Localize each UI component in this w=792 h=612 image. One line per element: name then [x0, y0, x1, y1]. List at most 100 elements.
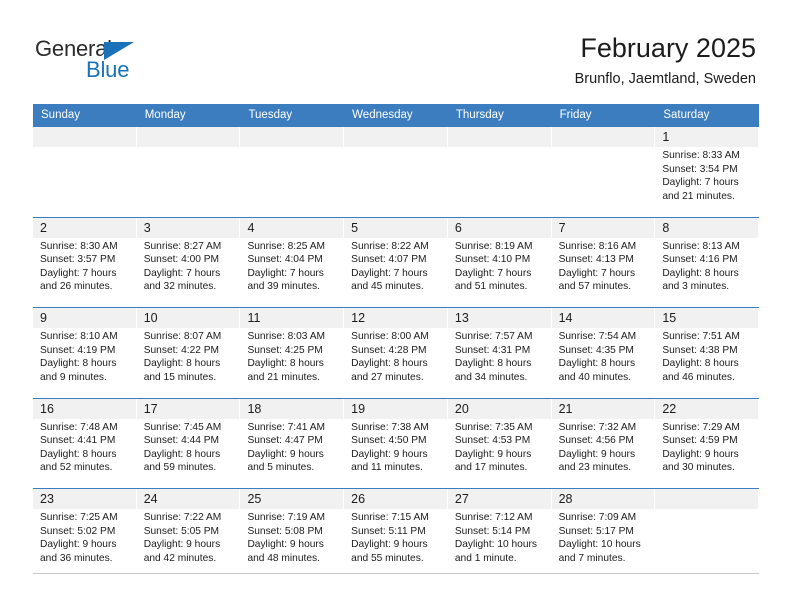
- calendar-grid: Sunday Monday Tuesday Wednesday Thursday Frid…: [33, 104, 760, 579]
- detail-daylight2: and 27 minutes.: [351, 371, 424, 383]
- day-cell[interactable]: 7 Sunrise: 8:16 AM Sunset: 4:13 PM Daylight…: [551, 217, 656, 307]
- detail-daylight2: and 59 minutes.: [143, 462, 217, 474]
- day-number-strip: [655, 217, 759, 238]
- day-cell[interactable]: 9 Sunrise: 8:10 AM Sunset: 4:19 PM Daylight…: [33, 308, 137, 398]
- detail-daylight2: and 21 minutes.: [247, 371, 320, 383]
- detail-daylight2: and 45 minutes.: [351, 281, 424, 293]
- day-cell[interactable]: 11 Sunrise: 8:03 AM Sunset: 4:25 PM Dayligh…: [240, 308, 345, 398]
- detail-daylight2: and 7 minutes.: [558, 552, 626, 564]
- detail-sunset: Sunset: 3:57 PM: [40, 254, 116, 266]
- day-cell[interactable]: 24 Sunrise: 7:22 AM Sunset: 5:05 PM Dayligh…: [136, 489, 241, 579]
- day-cell[interactable]: 20 Sunrise: 7:35 AM Sunset: 4:53 PM Dayligh…: [447, 398, 552, 488]
- day-cell[interactable]: 15 Sunrise: 7:51 AM Sunset: 4:38 PM Dayligh…: [655, 308, 760, 398]
- weekday-header-thursday: Thursday: [455, 109, 504, 121]
- day-cell[interactable]: 28 Sunrise: 7:09 AM Sunset: 5:17 PM Dayligh…: [551, 489, 656, 579]
- calendar-week-row: 2 Sunrise: 8:30 AM Sunset: 3:57 PM Daylight…: [33, 216, 760, 307]
- day-cell-empty: [136, 127, 241, 217]
- day-cell[interactable]: 26 Sunrise: 7:15 AM Sunset: 5:11 PM Dayligh…: [344, 489, 448, 579]
- detail-sunset: Sunset: 4:22 PM: [143, 344, 220, 356]
- detail-daylight1: Daylight: 9 hours: [143, 539, 221, 551]
- day-cell[interactable]: 18 Sunrise: 7:41 AM Sunset: 4:47 PM Dayligh…: [240, 398, 345, 488]
- day-details: Sunrise: 8:25 AM Sunset: 4:04 PM Daylight:…: [247, 240, 340, 294]
- detail-sunset: Sunset: 4:41 PM: [40, 435, 116, 447]
- day-number-strip: [655, 127, 759, 147]
- detail-daylight1: Daylight: 9 hours: [351, 539, 428, 551]
- day-number: 8: [662, 220, 670, 235]
- day-number: 7: [558, 220, 566, 235]
- detail-daylight2: and 26 minutes.: [40, 281, 113, 293]
- day-cell[interactable]: 25 Sunrise: 7:19 AM Sunset: 5:08 PM Dayligh…: [240, 489, 345, 579]
- day-cell[interactable]: 10 Sunrise: 8:07 AM Sunset: 4:22 PM Dayligh…: [136, 308, 241, 398]
- day-details: Sunrise: 8:07 AM Sunset: 4:22 PM Daylight:…: [144, 330, 237, 384]
- detail-daylight2: and 42 minutes.: [143, 552, 217, 564]
- day-details: Sunrise: 7:51 AM Sunset: 4:38 PM Daylight:…: [662, 330, 755, 384]
- detail-sunset: Sunset: 4:28 PM: [351, 344, 427, 356]
- day-details: Sunrise: 7:22 AM Sunset: 5:05 PM Daylight:…: [144, 511, 237, 565]
- day-details: Sunrise: 7:45 AM Sunset: 4:44 PM Daylight:…: [144, 421, 237, 475]
- title-block: February 2025 Brunflo, Jaemtland, Sweden: [575, 32, 756, 89]
- day-cell[interactable]: 17 Sunrise: 7:45 AM Sunset: 4:44 PM Dayligh…: [136, 398, 241, 488]
- day-number: 20: [454, 401, 469, 416]
- day-number-strip: [136, 127, 240, 147]
- detail-daylight2: and 1 minute.: [454, 552, 517, 564]
- detail-daylight1: Daylight: 8 hours: [143, 358, 221, 370]
- detail-daylight1: Daylight: 8 hours: [662, 267, 739, 279]
- weekday-header-wednesday: Wednesday: [352, 109, 413, 121]
- detail-daylight2: and 23 minutes.: [558, 462, 632, 474]
- day-number: 23: [40, 492, 54, 506]
- day-number-strip: [33, 217, 136, 238]
- brand-logo[interactable]: General Blue: [35, 38, 165, 88]
- day-cell[interactable]: 19 Sunrise: 7:38 AM Sunset: 4:50 PM Dayligh…: [344, 398, 448, 488]
- day-details: Sunrise: 7:19 AM Sunset: 5:08 PM Daylight:…: [247, 511, 340, 565]
- day-cell[interactable]: 12 Sunrise: 8:00 AM Sunset: 4:28 PM Dayligh…: [344, 308, 448, 398]
- day-cell[interactable]: 14 Sunrise: 7:54 AM Sunset: 4:35 PM Dayligh…: [551, 308, 656, 398]
- location-subtitle: Brunflo, Jaemtland, Sweden: [574, 71, 756, 87]
- day-cell-empty: [344, 127, 448, 217]
- day-cell[interactable]: 16 Sunrise: 7:48 AM Sunset: 4:41 PM Dayligh…: [33, 398, 137, 488]
- day-number-strip: [551, 217, 655, 238]
- day-cell[interactable]: 6 Sunrise: 8:19 AM Sunset: 4:10 PM Daylight…: [447, 217, 552, 307]
- detail-sunset: Sunset: 4:53 PM: [454, 435, 531, 447]
- detail-sunset: Sunset: 4:07 PM: [351, 254, 427, 266]
- detail-sunrise: Sunrise: 7:09 AM: [558, 512, 637, 523]
- day-number-strip: [655, 489, 759, 509]
- detail-daylight1: Daylight: 9 hours: [454, 448, 532, 460]
- day-details: Sunrise: 7:29 AM Sunset: 4:59 PM Daylight:…: [662, 421, 755, 475]
- day-cell[interactable]: 13 Sunrise: 7:57 AM Sunset: 4:31 PM Dayligh…: [447, 308, 552, 398]
- day-cell[interactable]: 21 Sunrise: 7:32 AM Sunset: 4:56 PM Dayligh…: [551, 398, 656, 488]
- day-cell[interactable]: 3 Sunrise: 8:27 AM Sunset: 4:00 PM Daylight…: [136, 217, 241, 307]
- detail-daylight2: and 34 minutes.: [454, 371, 528, 383]
- day-cell[interactable]: 1 Sunrise: 8:33 AM Sunset: 3:54 PM Daylight…: [655, 127, 760, 217]
- detail-daylight1: Daylight: 8 hours: [247, 358, 324, 370]
- day-cell[interactable]: 4 Sunrise: 8:25 AM Sunset: 4:04 PM Daylight…: [240, 217, 345, 307]
- day-cell[interactable]: 2 Sunrise: 8:30 AM Sunset: 3:57 PM Daylight…: [33, 217, 137, 307]
- day-number: 26: [351, 492, 366, 506]
- day-cell-empty: [240, 127, 345, 217]
- detail-sunrise: Sunrise: 7:29 AM: [662, 421, 740, 433]
- day-cell[interactable]: 27 Sunrise: 7:12 AM Sunset: 5:14 PM Dayligh…: [447, 489, 552, 579]
- day-details: Sunrise: 8:33 AM Sunset: 3:54 PM Daylight:…: [662, 149, 755, 203]
- day-number: 10: [143, 311, 158, 325]
- day-cell[interactable]: 22 Sunrise: 7:29 AM Sunset: 4:59 PM Dayligh…: [655, 398, 760, 488]
- day-number: 14: [558, 311, 573, 325]
- day-number: 4: [247, 220, 255, 235]
- detail-sunrise: Sunrise: 8:33 AM: [662, 150, 740, 161]
- day-cell[interactable]: 5 Sunrise: 8:22 AM Sunset: 4:07 PM Daylight…: [344, 217, 448, 307]
- detail-sunrise: Sunrise: 7:51 AM: [662, 331, 740, 342]
- detail-sunset: Sunset: 4:38 PM: [662, 344, 738, 356]
- detail-daylight1: Daylight: 8 hours: [40, 448, 117, 460]
- detail-daylight1: Daylight: 9 hours: [247, 539, 324, 551]
- day-cell[interactable]: 23 Sunrise: 7:25 AM Sunset: 5:02 PM Dayligh…: [33, 489, 137, 579]
- detail-sunset: Sunset: 4:19 PM: [40, 344, 116, 356]
- calendar-weeks: 1 Sunrise: 8:33 AM Sunset: 3:54 PM Daylight…: [33, 126, 760, 579]
- day-cell[interactable]: 8 Sunrise: 8:13 AM Sunset: 4:16 PM Daylight…: [655, 217, 760, 307]
- detail-sunrise: Sunrise: 8:10 AM: [40, 331, 118, 342]
- weekday-header-monday: Monday: [144, 109, 186, 121]
- detail-daylight1: Daylight: 9 hours: [558, 448, 636, 460]
- weekday-header-tuesday: Tuesday: [248, 109, 293, 121]
- detail-daylight1: Daylight: 8 hours: [351, 358, 428, 370]
- detail-sunset: Sunset: 4:31 PM: [454, 344, 531, 356]
- day-number: 12: [351, 311, 366, 325]
- detail-sunrise: Sunrise: 8:19 AM: [454, 240, 533, 252]
- calendar-week-row: 16 Sunrise: 7:48 AM Sunset: 4:41 PM Dayligh…: [33, 397, 760, 488]
